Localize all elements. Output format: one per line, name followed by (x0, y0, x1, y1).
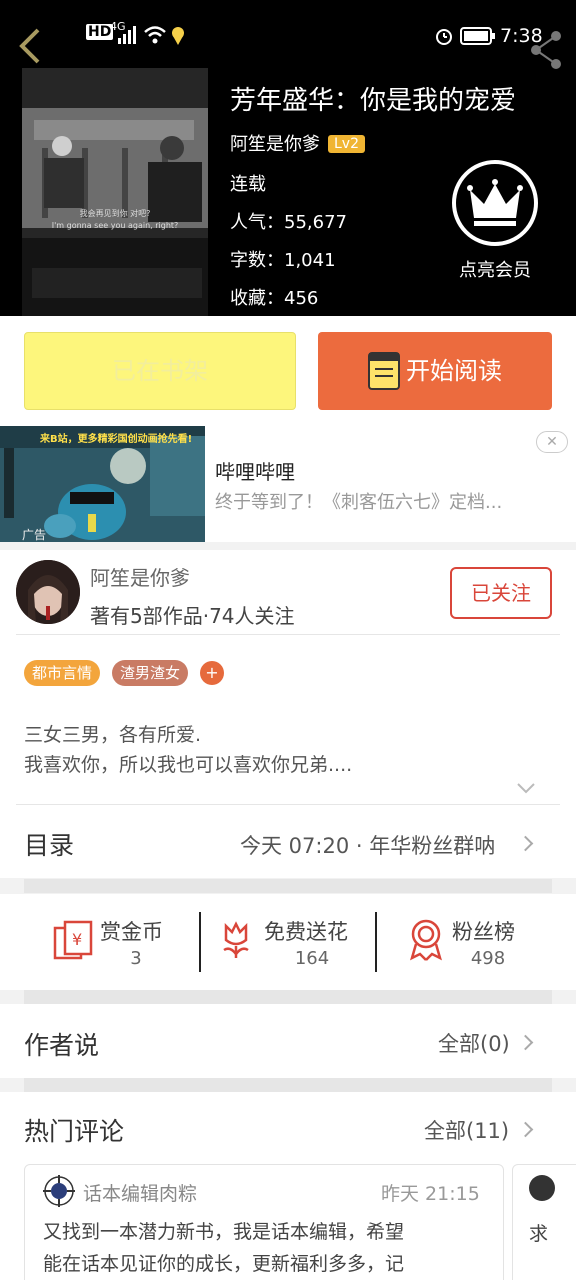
coins-value: 3 (130, 948, 142, 969)
intro-line-1: 三女三男，各有所爱. (24, 724, 202, 746)
comment-card[interactable]: 话本编辑肉粽 昨天 21:15 又找到一本潜力新书，我是话本编辑，希望 能在话本… (24, 1164, 504, 1280)
add-tag-button[interactable]: + (200, 661, 224, 685)
author-says-count[interactable]: 全部(0) (438, 1028, 510, 1058)
book-cover[interactable]: 我会再见到你 对吧? I'm gonna see you again, righ… (22, 68, 208, 316)
tag-genre[interactable]: 都市言情 (24, 660, 101, 686)
flower-icon[interactable] (218, 918, 254, 962)
book-author[interactable]: 阿笙是你爹 Lv2 (230, 130, 365, 156)
author-says-label: 作者说 (24, 1031, 100, 1060)
ad-title[interactable]: 哔哩哔哩 (215, 456, 295, 485)
stat-divider (375, 912, 377, 972)
cover-subtitle-en: I'm gonna see you again, right? (51, 221, 179, 230)
section-divider (24, 879, 552, 893)
flowers-label[interactable]: 免费送花 (264, 916, 348, 946)
expand-chevron-icon[interactable] (516, 782, 536, 796)
ad-close-icon[interactable]: ✕ (536, 431, 568, 453)
book-word-count: 字数：1,041 (230, 250, 336, 271)
in-shelf-button[interactable]: 已在书架 (24, 332, 296, 410)
book-favorites: 收藏：456 (230, 288, 319, 309)
section-divider (24, 1078, 552, 1092)
intro-line-2: 我喜欢你，所以我也可以喜欢你兄弟.... (24, 754, 353, 776)
svg-text:¥: ¥ (72, 930, 82, 949)
book-title: 芳年盛华：你是我的宠爱 (230, 86, 517, 116)
vip-label[interactable]: 点亮会员 (440, 256, 550, 282)
ad-banner[interactable]: 来B站，更多精彩国创动画抢先看! 广告 哔哩哔哩 终于等到了！《刺客伍六七》定档… (0, 426, 576, 542)
battery-icon (460, 27, 495, 45)
crown-icon (467, 179, 523, 226)
level-badge: Lv2 (328, 135, 365, 153)
start-reading-label: 开始阅读 (406, 357, 502, 385)
comment-text-line-1: 又找到一本潜力新书，我是话本编辑，希望 (43, 1221, 405, 1243)
hot-comments-count[interactable]: 全部(11) (424, 1115, 509, 1145)
back-arrow-icon[interactable] (14, 26, 44, 66)
comment-card-peek[interactable]: 求 (512, 1164, 576, 1280)
comment-peek-text: 求 (529, 1223, 549, 1245)
coins-label[interactable]: 赏金币 (100, 916, 163, 946)
wifi-icon (144, 26, 166, 44)
alarm-icon (436, 29, 452, 45)
tag-theme[interactable]: 渣男渣女 (112, 660, 189, 686)
cover-subtitle-cn: 我会再见到你 对吧? (79, 209, 151, 218)
vip-crown-button[interactable] (452, 160, 538, 246)
book-icon (368, 352, 400, 390)
book-intro[interactable]: 三女三男，各有所爱. 我喜欢你，所以我也可以喜欢你兄弟.... (24, 720, 352, 780)
comment-text-line-2: 能在话本见证你的成长，更新福利多多，记 (43, 1253, 405, 1275)
ad-description[interactable]: 终于等到了！《刺客伍六七》定档... (215, 488, 502, 514)
commenter-avatar-icon (43, 1175, 75, 1207)
hot-comments-label: 热门评论 (24, 1117, 125, 1146)
start-reading-button[interactable]: 开始阅读 (318, 332, 552, 410)
section-divider (24, 990, 552, 1004)
book-header: HD 4G 7:38 我会再见到你 对吧? I'm gonna see you … (0, 0, 576, 316)
cover-subtitle: 我会再见到你 对吧? I'm gonna see you again, righ… (22, 208, 208, 232)
share-icon[interactable] (528, 30, 568, 70)
book-status: 连载 (230, 174, 266, 195)
ad-image[interactable]: 来B站，更多精彩国创动画抢先看! 广告 (0, 426, 205, 542)
ad-banner-text: 来B站，更多精彩国创动画抢先看! (40, 434, 193, 445)
commenter-avatar (529, 1175, 555, 1201)
cover-illustration (22, 68, 208, 316)
comment-time: 昨天 21:15 (381, 1183, 480, 1205)
red-envelope-icon[interactable]: ¥ (52, 918, 94, 962)
status-bar: HD 4G 7:38 (0, 0, 576, 69)
fans-label[interactable]: 粉丝榜 (452, 916, 515, 946)
stat-divider (199, 912, 201, 972)
divider (16, 634, 560, 635)
author-avatar[interactable] (16, 560, 80, 624)
author-card-stats: 著有5部作品·74人关注 (90, 604, 295, 628)
toc-label: 目录 (24, 831, 75, 860)
location-icon (172, 27, 184, 45)
follow-button[interactable]: 已关注 (450, 567, 552, 619)
divider (16, 804, 560, 805)
toc-latest-chapter[interactable]: 今天 07:20 · 年华粉丝群呐 (240, 830, 495, 860)
flowers-value: 164 (294, 948, 330, 969)
ad-tag: 广告 (22, 528, 47, 542)
medal-icon[interactable] (406, 918, 446, 962)
commenter-name[interactable]: 话本编辑肉粽 (83, 1179, 197, 1206)
signal-icon (118, 26, 136, 44)
fans-value: 498 (470, 948, 506, 969)
avatar-image (16, 560, 80, 624)
author-name[interactable]: 阿笙是你爹 (230, 134, 320, 155)
author-card-name[interactable]: 阿笙是你爹 (90, 562, 190, 591)
book-popularity: 人气：55,677 (230, 212, 347, 233)
